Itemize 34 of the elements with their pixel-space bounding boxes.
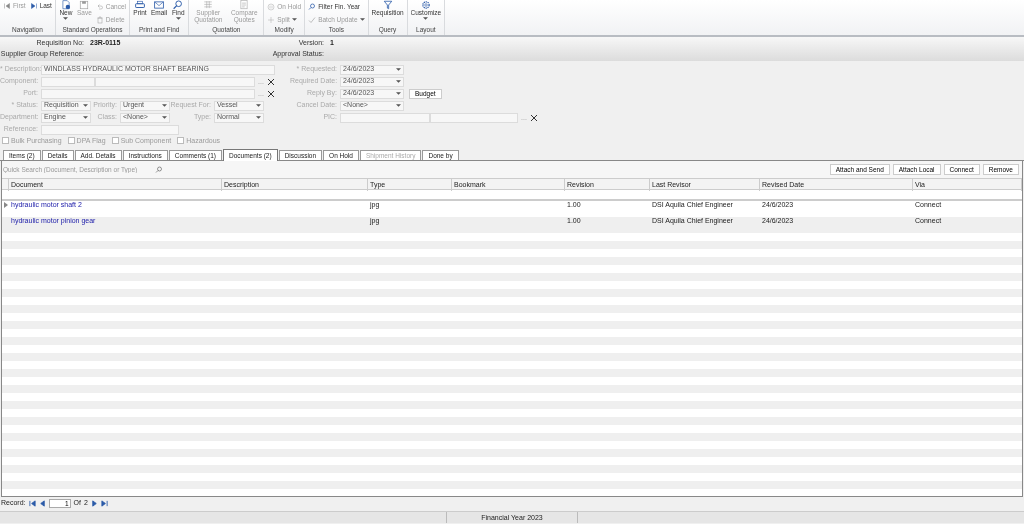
previous-record-icon [38,499,46,507]
clear-icon [266,77,275,86]
split-icon [267,15,276,24]
caret-icon [423,16,429,20]
caret-icon [396,92,401,95]
printer-icon [133,0,147,10]
caret-icon [83,104,88,107]
caret-icon [162,104,167,107]
caret-icon [175,16,181,20]
caret-icon [63,16,69,20]
search-icon [155,165,163,174]
next-record-icon [90,499,98,507]
caret-icon [256,104,261,107]
undo-icon [95,2,104,11]
checkmark-icon [308,15,317,24]
caret-icon [396,80,401,83]
first-record-icon [3,1,11,10]
caret-icon [162,116,167,119]
clear-icon [529,113,538,122]
first-record-icon [28,499,36,507]
search-icon [308,2,317,11]
caret-icon [83,116,88,119]
caret-icon [256,116,261,119]
envelope-icon [152,0,167,10]
last-record-icon [29,1,38,10]
last-record-icon [100,499,108,507]
caret-icon [396,104,401,107]
delete-icon [95,15,104,24]
row-indicator-icon [4,202,8,209]
caret-icon [396,68,401,71]
caret-icon [359,18,365,21]
caret-icon [291,18,297,21]
pause-icon [267,2,276,11]
clear-icon [266,89,275,98]
